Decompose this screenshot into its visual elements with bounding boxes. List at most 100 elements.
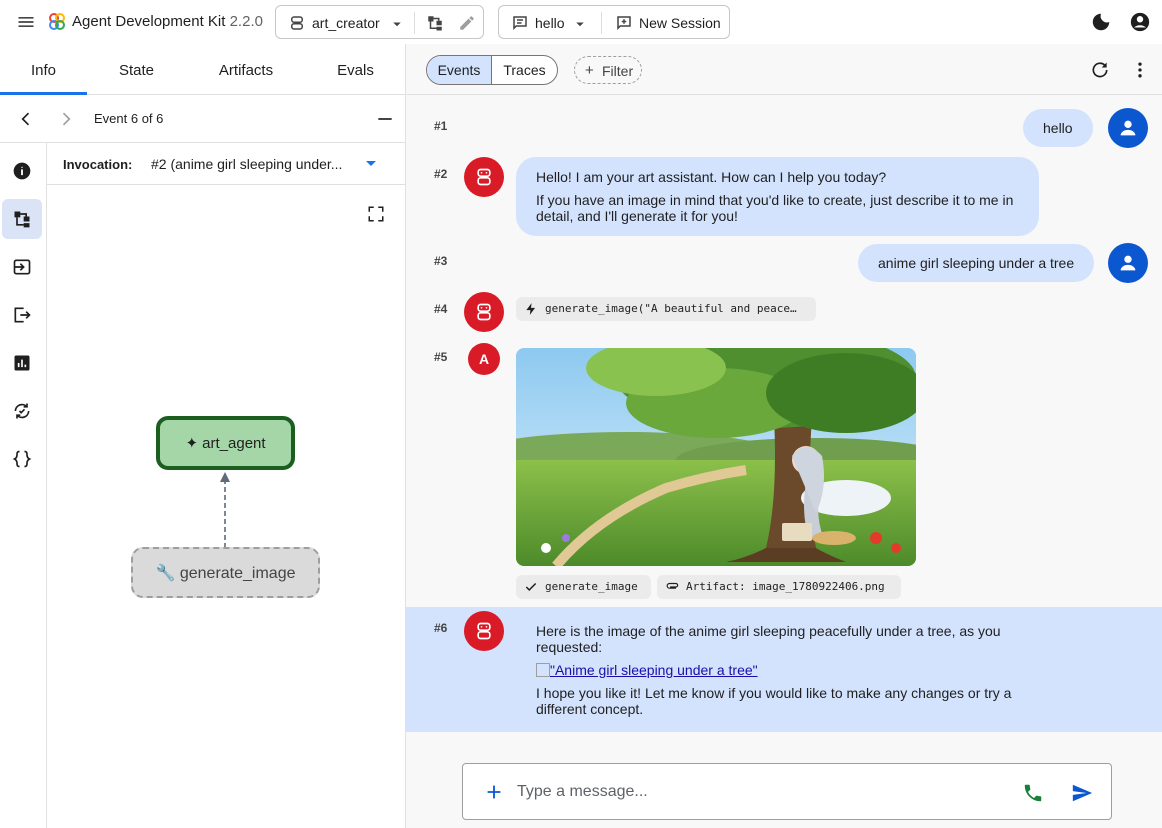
robot-icon: [477, 168, 491, 186]
chat-icon: [513, 16, 527, 31]
account-icon[interactable]: [1129, 11, 1151, 33]
more-vert-icon[interactable]: [1130, 60, 1150, 80]
generated-image-illustration: [516, 348, 916, 566]
top-app-bar: Agent Development Kit 2.2.0 art_creator …: [0, 0, 1162, 44]
edit-icon[interactable]: [458, 14, 476, 32]
add-comment-icon: [617, 16, 631, 31]
bot-avatar: [464, 157, 504, 197]
code-button[interactable]: [2, 439, 42, 479]
events-toggle[interactable]: Events: [427, 56, 492, 84]
phone-icon[interactable]: [1022, 782, 1044, 804]
bot-message-line: If you have an image in mind that you'd …: [536, 192, 1014, 208]
event-counter: Event 6 of 6: [94, 111, 164, 126]
check-icon: [525, 582, 537, 591]
invocation-selector[interactable]: Invocation: #2 (anime girl sleeping unde…: [47, 143, 405, 185]
broken-image-icon: [536, 663, 550, 677]
person-icon: [1120, 120, 1136, 136]
function-response-text: generate_image: [545, 580, 638, 593]
user-message[interactable]: hello: [1023, 109, 1093, 147]
function-call-chip[interactable]: generate_image("A beautiful and peace…: [516, 297, 816, 321]
dark-mode-icon[interactable]: [1090, 11, 1112, 33]
bot-avatar: [464, 292, 504, 332]
tab-evals[interactable]: Evals: [312, 62, 399, 79]
image-link-row: "Anime girl sleeping under a tree": [536, 662, 758, 678]
chevron-right-icon[interactable]: [56, 109, 76, 129]
artifact-avatar: A: [468, 343, 500, 375]
user-avatar: [1108, 243, 1148, 283]
traces-toggle[interactable]: Traces: [492, 56, 557, 84]
sync-icon: [14, 403, 30, 419]
side-panel-tabs: Info State Artifacts Evals: [0, 44, 406, 95]
bot-message[interactable]: Hello! I am your art assistant. How can …: [516, 157, 1039, 236]
graph-node-tool-label: 🔧 generate_image: [155, 565, 296, 582]
adk-logo-icon: [49, 13, 65, 30]
user-avatar: [1108, 108, 1148, 148]
event-number: #3: [434, 254, 448, 268]
tab-artifacts[interactable]: Artifacts: [200, 62, 292, 79]
message-input[interactable]: Type a message...: [517, 783, 648, 801]
person-icon: [1120, 255, 1136, 271]
robot-icon: [477, 622, 491, 640]
event-graph-button[interactable]: [2, 199, 42, 239]
fullscreen-icon[interactable]: [367, 205, 385, 223]
chevron-down-icon[interactable]: [366, 161, 376, 167]
request-button[interactable]: [2, 247, 42, 287]
bot-message-line: requested:: [536, 639, 603, 655]
response-button[interactable]: [2, 295, 42, 335]
code-braces-icon: [12, 450, 32, 468]
invocation-label: Invocation:: [63, 157, 133, 172]
event-number: #6: [434, 621, 448, 635]
send-icon[interactable]: [1070, 782, 1094, 804]
filter-button[interactable]: + Filter: [574, 56, 642, 84]
image-link[interactable]: "Anime girl sleeping under a tree": [550, 662, 758, 678]
message-list: #1 hello #2 Hello! I am your art assista…: [406, 95, 1162, 745]
graph-edge: [220, 472, 230, 548]
tab-state[interactable]: State: [93, 62, 180, 79]
graph-node-agent-label: ✦ art_agent: [185, 435, 266, 452]
attachment-icon: [666, 582, 679, 589]
bot-message-line: Hello! I am your art assistant. How can …: [536, 169, 887, 185]
user-message[interactable]: anime girl sleeping under a tree: [858, 244, 1095, 282]
app-version: 2.2.0: [229, 13, 263, 30]
filter-label: Filter: [602, 63, 634, 79]
artifact-chip[interactable]: Artifact: image_1780922406.png: [657, 575, 901, 599]
function-response-chip[interactable]: generate_image: [516, 575, 651, 599]
info-icon: [13, 162, 31, 180]
session-select[interactable]: hello: [535, 15, 565, 31]
bolt-icon: [526, 303, 536, 315]
metrics-button[interactable]: [2, 343, 42, 383]
refresh-icon[interactable]: [1090, 60, 1110, 80]
message-composer: Type a message...: [462, 763, 1112, 820]
plus-icon: +: [585, 62, 594, 79]
graph-node-agent[interactable]: ✦ art_agent: [156, 416, 295, 470]
function-call-text: generate_image("A beautiful and peace…: [545, 302, 797, 315]
bot-message-line: I hope you like it! Let me know if you w…: [536, 685, 1012, 701]
agent-select[interactable]: art_creator: [312, 15, 380, 31]
side-panel: Info State Artifacts Evals Event 6 of 6: [0, 44, 406, 828]
request-icon: [13, 259, 31, 275]
event-graph-icon: [14, 211, 30, 228]
agent-icon: [291, 16, 303, 30]
chat-toolbar: Events Traces + Filter: [406, 44, 1162, 95]
divider: [414, 12, 415, 34]
chat-panel: Events Traces + Filter #1 hello #2 Hello…: [406, 44, 1162, 828]
menu-icon[interactable]: [16, 12, 36, 32]
agent-graph: ✦ art_agent 🔧 generate_image: [47, 185, 405, 828]
bot-message-line: detail, and I'll generate it for you!: [536, 208, 738, 224]
generated-image[interactable]: [516, 348, 916, 566]
chevron-left-icon[interactable]: [16, 109, 36, 129]
graph-icon[interactable]: [426, 14, 444, 32]
info-button[interactable]: [2, 151, 42, 191]
chevron-down-icon[interactable]: [571, 15, 589, 33]
response-icon: [14, 307, 31, 323]
new-session-button[interactable]: New Session: [639, 15, 721, 31]
invocation-value[interactable]: #2 (anime girl sleeping under...: [151, 156, 342, 172]
graph-node-tool[interactable]: 🔧 generate_image: [131, 547, 320, 598]
minimize-icon[interactable]: [375, 109, 395, 129]
tab-info[interactable]: Info: [0, 62, 87, 79]
sync-button[interactable]: [2, 391, 42, 431]
chevron-down-icon[interactable]: [388, 15, 406, 33]
event-navigator: Event 6 of 6: [0, 95, 406, 143]
robot-icon: [477, 303, 491, 321]
plus-icon[interactable]: [483, 781, 505, 803]
